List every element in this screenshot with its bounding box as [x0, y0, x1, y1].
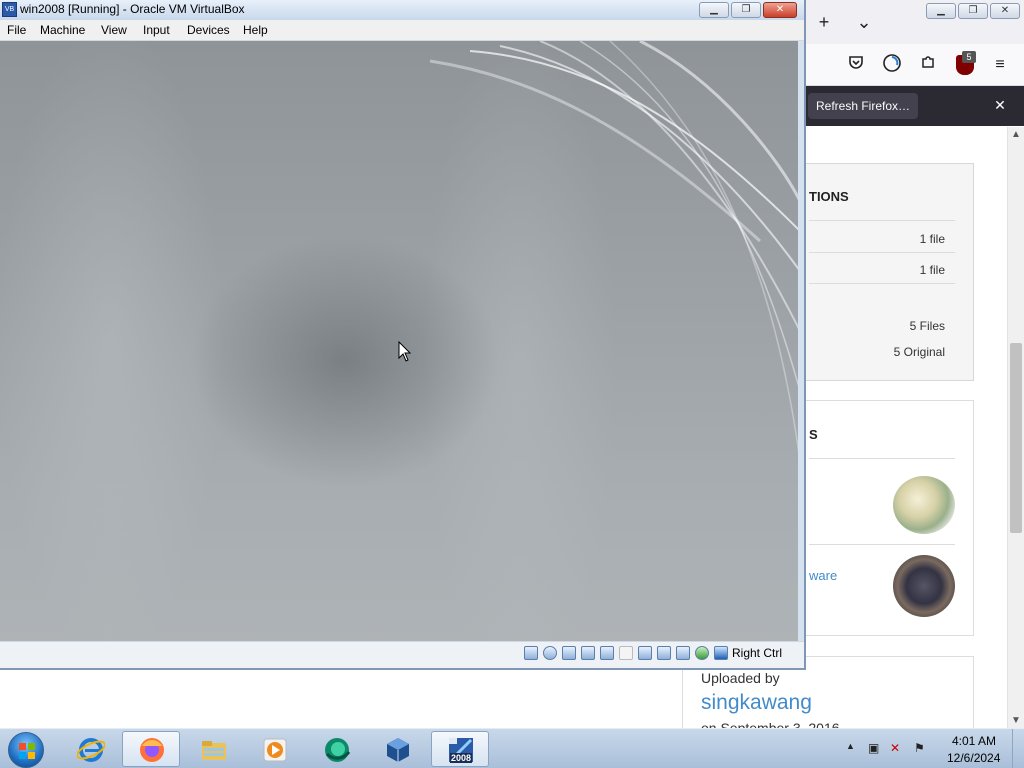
scroll-down-icon[interactable]: ▼	[1011, 715, 1021, 726]
vbox-status-bar: Right Ctrl	[0, 641, 804, 668]
collection-row-value: 5 Original	[893, 345, 945, 359]
collection-row-value: 1 file	[919, 263, 945, 277]
vbox-window-title: win2008 [Running] - Oracle VM VirtualBox	[20, 2, 245, 16]
related-item-link[interactable]: ware	[809, 568, 837, 583]
page-scrollbar[interactable]: ▲ ▼	[1007, 127, 1024, 728]
taskbar-media-player[interactable]	[245, 731, 303, 767]
refresh-firefox-button[interactable]: Refresh Firefox…	[808, 93, 919, 119]
display-icon[interactable]	[638, 646, 652, 660]
divider	[809, 458, 955, 459]
vbox-close-button[interactable]: ✕	[763, 2, 797, 18]
vbox-minimize-button[interactable]: ▁	[699, 2, 729, 18]
uploaded-by-label: Uploaded by	[701, 670, 780, 686]
taskbar-browser-app[interactable]	[307, 731, 365, 767]
network-tray-icon[interactable]: ▣	[868, 741, 879, 755]
menu-view[interactable]: View	[101, 23, 127, 37]
divider	[809, 220, 955, 221]
taskbar-virtualbox[interactable]	[368, 731, 426, 767]
media-player-icon	[263, 738, 287, 762]
recording-icon[interactable]	[657, 646, 671, 660]
network-icon[interactable]	[581, 646, 595, 660]
related-item-thumbnail[interactable]	[893, 555, 955, 617]
firefox-restore-button[interactable]: ❐	[958, 3, 988, 19]
taskbar: 2008 ▲ ▣ ✕ ⚑ 4:01 AM 12/6/2024	[0, 728, 1024, 768]
host-key-label: Right Ctrl	[732, 646, 783, 660]
pocket-icon[interactable]	[844, 53, 868, 77]
vbox-menu-bar: File Machine View Input Devices Help	[0, 20, 804, 41]
virtualbox-icon	[387, 738, 409, 762]
folder-icon	[202, 741, 226, 760]
taskbar-win2008-vm[interactable]: 2008	[431, 731, 489, 767]
browser-app-icon	[325, 738, 351, 762]
divider	[809, 252, 955, 253]
hard-disk-icon[interactable]	[524, 646, 538, 660]
ublock-count-badge: 5	[962, 51, 976, 63]
vm-os-label: 2008	[450, 753, 473, 763]
usb-icon[interactable]	[600, 646, 614, 660]
volume-muted-icon[interactable]: ✕	[890, 741, 900, 755]
menu-devices[interactable]: Devices	[187, 23, 230, 37]
virtualbox-window: VB win2008 [Running] - Oracle VM Virtual…	[0, 0, 806, 670]
internet-explorer-icon	[77, 738, 105, 762]
menu-help[interactable]: Help	[243, 23, 268, 37]
divider	[809, 544, 955, 545]
clock-time[interactable]: 4:01 AM	[952, 734, 996, 748]
menu-machine[interactable]: Machine	[40, 23, 85, 37]
collection-row-value: 5 Files	[909, 319, 945, 333]
hamburger-menu-icon[interactable]: ≡	[988, 53, 1012, 77]
menu-file[interactable]: File	[7, 23, 26, 37]
show-hidden-icons-icon[interactable]: ▲	[846, 741, 855, 751]
vm-guest-display[interactable]	[0, 41, 798, 641]
mouse-integration-icon[interactable]	[695, 646, 709, 660]
collections-panel: TIONS 1 file 1 file 5 Files 5 Original	[790, 163, 974, 381]
vbox-app-icon: VB	[2, 2, 17, 17]
windows-logo-icon	[19, 743, 35, 759]
action-center-flag-icon[interactable]: ⚑	[914, 741, 925, 755]
vbox-restore-button[interactable]: ❐	[731, 2, 761, 18]
taskbar-firefox[interactable]	[122, 731, 180, 767]
notification-close-icon[interactable]: ✕	[990, 94, 1010, 116]
uploader-name-link[interactable]: singkawang	[701, 691, 812, 715]
clock-date[interactable]: 12/6/2024	[947, 751, 1000, 765]
new-tab-button[interactable]: +	[812, 10, 836, 34]
scrollbar-thumb[interactable]	[1010, 343, 1022, 533]
related-heading: S	[809, 427, 818, 442]
cpu-virtualization-icon[interactable]	[676, 646, 690, 660]
scroll-up-icon[interactable]: ▲	[1011, 129, 1021, 140]
divider	[809, 283, 955, 284]
show-desktop-button[interactable]	[1012, 729, 1024, 768]
account-icon[interactable]	[880, 53, 904, 77]
firefox-icon	[140, 738, 164, 762]
start-button[interactable]	[8, 732, 44, 768]
menu-input[interactable]: Input	[143, 23, 170, 37]
taskbar-internet-explorer[interactable]	[61, 731, 119, 767]
taskbar-file-explorer[interactable]	[184, 731, 242, 767]
firefox-close-button[interactable]: ✕	[990, 3, 1020, 19]
collections-heading: TIONS	[809, 189, 849, 204]
vbox-title-bar[interactable]: VB win2008 [Running] - Oracle VM Virtual…	[0, 0, 804, 20]
mouse-pointer-icon	[398, 341, 412, 362]
host-key-icon[interactable]	[714, 646, 728, 660]
shared-folders-icon[interactable]	[619, 646, 633, 660]
related-items-panel: S ware	[790, 400, 974, 636]
audio-icon[interactable]	[562, 646, 576, 660]
optical-drive-icon[interactable]	[543, 646, 557, 660]
related-item-thumbnail[interactable]	[893, 476, 955, 534]
collection-row-value: 1 file	[919, 232, 945, 246]
extensions-icon[interactable]	[916, 53, 940, 77]
list-all-tabs-button[interactable]: ⌄	[852, 10, 876, 34]
firefox-minimize-button[interactable]: ▁	[926, 3, 956, 19]
